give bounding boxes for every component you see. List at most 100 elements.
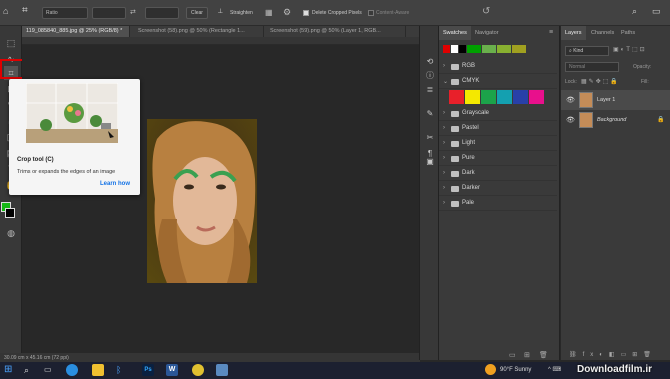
grid-overlay-icon[interactable]: ▦ bbox=[265, 8, 273, 17]
layer-filter-select[interactable]: ⌕ Kind bbox=[565, 46, 609, 56]
quick-mask-icon[interactable]: ◍ bbox=[4, 226, 18, 240]
new-group-icon[interactable]: ▭ bbox=[509, 351, 516, 359]
swatch-color[interactable] bbox=[467, 45, 481, 53]
search-icon[interactable]: ⌕ bbox=[632, 6, 637, 17]
chrome-icon[interactable] bbox=[192, 364, 204, 376]
new-swatch-icon[interactable]: ⊞ bbox=[524, 351, 530, 359]
chevron-right-icon[interactable]: › bbox=[443, 185, 445, 191]
tab-layers[interactable]: Layers bbox=[561, 26, 586, 40]
swatch-color[interactable] bbox=[449, 90, 464, 104]
straighten-icon[interactable]: ⟂ bbox=[218, 8, 223, 16]
tab-channels[interactable]: Channels bbox=[587, 26, 618, 40]
cmyk-swatches bbox=[449, 90, 549, 104]
task-view-icon[interactable]: ▭ bbox=[44, 364, 56, 376]
clear-button[interactable]: Clear bbox=[186, 7, 208, 19]
layer-row-layer-1[interactable]: 👁 Layer 1 bbox=[561, 90, 670, 110]
swatch-group-cmyk[interactable]: ⌄ CMYK bbox=[439, 75, 557, 89]
chevron-right-icon[interactable]: › bbox=[443, 170, 445, 176]
tab-swatches[interactable]: Swatches bbox=[439, 26, 471, 40]
marquee-tool-icon[interactable]: ⬚ bbox=[4, 36, 18, 50]
crop-tool-tooltip: Crop tool (C) Trims or expands the edges… bbox=[9, 79, 140, 195]
chevron-right-icon[interactable]: › bbox=[443, 200, 445, 206]
swatch-color[interactable] bbox=[459, 45, 466, 53]
content-aware-checkbox[interactable] bbox=[368, 10, 374, 16]
lock-icons[interactable]: ▦✎✥⬚🔒 bbox=[581, 78, 620, 85]
chevron-right-icon[interactable]: › bbox=[443, 155, 445, 161]
history-icon[interactable]: ⟲ bbox=[424, 56, 436, 68]
swatch-group-grayscale[interactable]: › Grayscale bbox=[439, 107, 557, 121]
tab-label: Screenshot (58).png @ 50% (Rectangle 1..… bbox=[138, 28, 245, 34]
layer-name[interactable]: Background bbox=[597, 117, 626, 123]
tray-icons[interactable]: ^ ⌨ bbox=[548, 366, 561, 373]
group-label: Dark bbox=[462, 170, 475, 176]
photoshop-icon[interactable]: Ps bbox=[142, 364, 154, 376]
windows-start-icon[interactable]: ⊞ bbox=[4, 364, 16, 376]
swap-icon[interactable]: ⇄ bbox=[130, 8, 136, 16]
gear-icon[interactable]: ⚙ bbox=[283, 7, 291, 18]
reset-icon[interactable]: ↺ bbox=[482, 6, 490, 17]
tab-paths[interactable]: Paths bbox=[617, 26, 639, 40]
search-icon[interactable]: ⌕ bbox=[24, 364, 36, 376]
weather-icon[interactable] bbox=[485, 364, 496, 375]
swatch-color[interactable] bbox=[497, 45, 511, 53]
chevron-right-icon[interactable]: › bbox=[443, 125, 445, 131]
eye-icon[interactable]: 👁 bbox=[566, 116, 575, 124]
swatch-color[interactable] bbox=[512, 45, 526, 53]
tab-document-1[interactable]: 119_085840_885.jpg @ 25% (RGB/8) * bbox=[22, 26, 130, 37]
photos-icon[interactable] bbox=[216, 364, 228, 376]
word-icon[interactable]: W bbox=[166, 364, 178, 376]
chevron-down-icon[interactable]: ⌄ bbox=[443, 78, 448, 85]
height-input[interactable] bbox=[145, 7, 179, 19]
swatch-color[interactable] bbox=[482, 45, 496, 53]
weather-text[interactable]: 90°F Sunny bbox=[500, 367, 531, 373]
swatch-color[interactable] bbox=[513, 90, 528, 104]
recent-swatches bbox=[443, 45, 553, 53]
tools-icon[interactable]: ✂ bbox=[424, 132, 436, 144]
chevron-right-icon[interactable]: › bbox=[443, 110, 445, 116]
crop-tool-icon[interactable]: ⌗ bbox=[22, 5, 36, 19]
delete-cropped-checkbox[interactable] bbox=[303, 10, 309, 16]
swatch-group-light[interactable]: › Light bbox=[439, 137, 557, 151]
swatch-group-pastel[interactable]: › Pastel bbox=[439, 122, 557, 136]
swatch-group-pure[interactable]: › Pure bbox=[439, 152, 557, 166]
file-explorer-icon[interactable] bbox=[92, 364, 104, 376]
group-label: Darker bbox=[462, 185, 481, 191]
home-icon[interactable]: ⌂ bbox=[3, 6, 15, 18]
eye-icon[interactable]: 👁 bbox=[566, 96, 575, 104]
tab-document-2[interactable]: Screenshot (58).png @ 50% (Rectangle 1..… bbox=[134, 26, 264, 37]
swatch-color[interactable] bbox=[497, 90, 512, 104]
workspace-icon[interactable]: ▭ bbox=[652, 6, 661, 17]
filter-icons[interactable]: ▣◐T⬚⊡ bbox=[613, 46, 647, 53]
layer-name[interactable]: Layer 1 bbox=[597, 97, 615, 103]
content-aware-label: Content-Aware bbox=[376, 10, 410, 16]
chevron-right-icon[interactable]: › bbox=[443, 140, 445, 146]
bluetooth-icon[interactable]: ᛒ bbox=[116, 364, 128, 376]
layer-actions[interactable]: ⛓fx◐◧▭⊞🗑 bbox=[569, 351, 657, 358]
swatch-color[interactable] bbox=[443, 45, 450, 53]
swatch-group-dark[interactable]: › Dark bbox=[439, 167, 557, 181]
tab-document-3[interactable]: Screenshot (59).png @ 50% (Layer 1, RGB.… bbox=[266, 26, 406, 37]
image-portrait[interactable] bbox=[147, 119, 257, 283]
swatch-color[interactable] bbox=[451, 45, 458, 53]
properties-icon[interactable]: ≣ bbox=[424, 84, 436, 96]
ratio-select[interactable]: Ratio bbox=[42, 7, 88, 19]
layer-row-background[interactable]: 👁 Background 🔒 bbox=[561, 110, 670, 130]
swatch-group-pale[interactable]: › Pale bbox=[439, 197, 557, 211]
swatch-group-rgb[interactable]: › RGB bbox=[439, 60, 557, 74]
learn-how-link[interactable]: Learn how bbox=[100, 181, 130, 187]
styles-icon[interactable]: ▣ bbox=[424, 156, 436, 168]
width-input[interactable] bbox=[92, 7, 126, 19]
brushes-icon[interactable]: ✎ bbox=[424, 108, 436, 120]
swatch-color[interactable] bbox=[465, 90, 480, 104]
background-color-swatch[interactable] bbox=[5, 208, 15, 218]
tab-navigator[interactable]: Navigator bbox=[471, 26, 503, 40]
delete-icon[interactable]: 🗑 bbox=[539, 351, 548, 359]
swatch-color[interactable] bbox=[481, 90, 496, 104]
swatch-color[interactable] bbox=[529, 90, 544, 104]
info-icon[interactable]: ⓘ bbox=[424, 70, 436, 82]
chevron-right-icon[interactable]: › bbox=[443, 63, 445, 69]
edge-icon[interactable] bbox=[66, 364, 78, 376]
swatch-group-darker[interactable]: › Darker bbox=[439, 182, 557, 196]
blend-mode-select[interactable]: Normal bbox=[565, 62, 619, 72]
panel-menu-icon[interactable]: ≡ bbox=[549, 29, 553, 36]
